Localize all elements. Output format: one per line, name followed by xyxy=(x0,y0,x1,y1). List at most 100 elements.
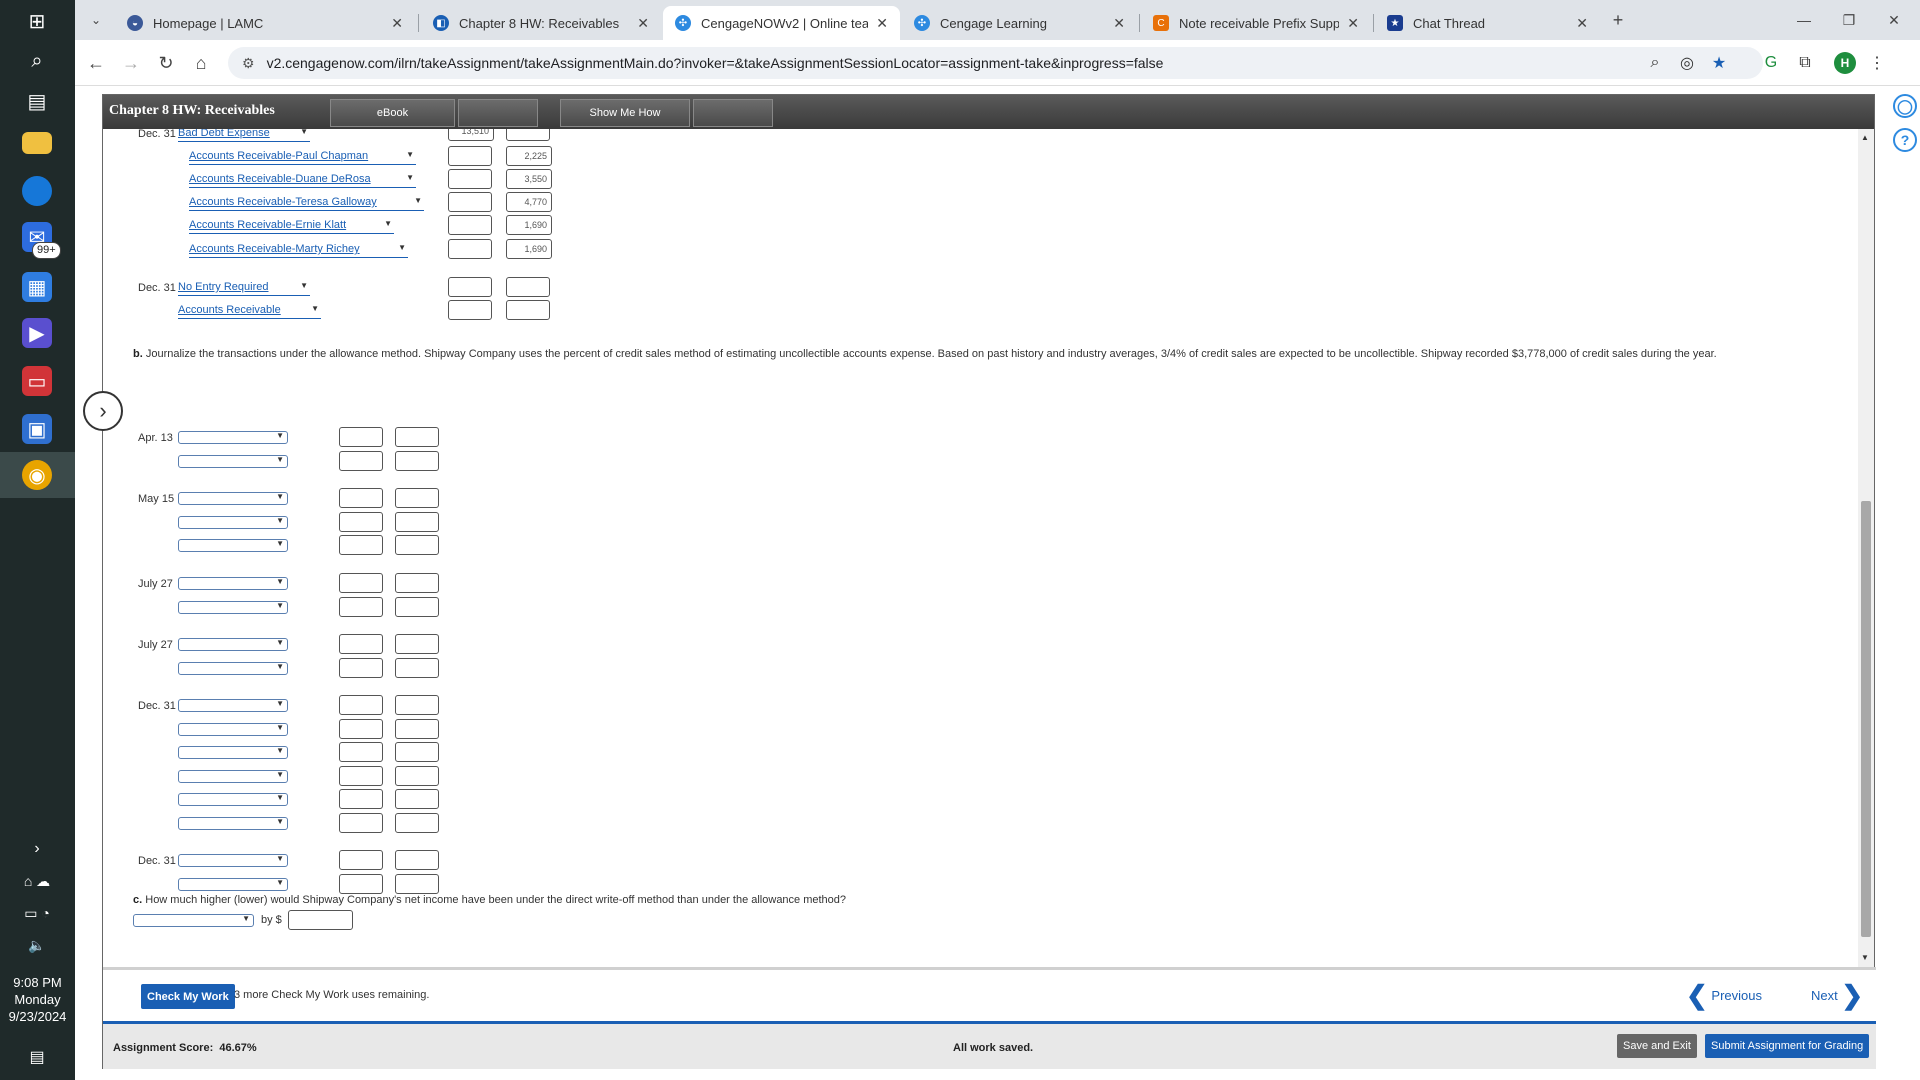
tab-chat-thread[interactable]: ★ Chat Thread ✕ xyxy=(1375,6,1600,40)
minimize-icon[interactable]: — xyxy=(1793,9,1815,31)
scroll-down-icon[interactable]: ▼ xyxy=(1861,953,1869,962)
tab-search-icon[interactable]: ⌄ xyxy=(85,9,107,31)
back-icon[interactable]: ← xyxy=(85,52,107,74)
battery-wifi-icon[interactable]: ▭ ◔ xyxy=(22,898,52,928)
credit-amount-input[interactable] xyxy=(395,427,439,447)
credit-amount-input[interactable] xyxy=(395,450,439,471)
debit-amount-input[interactable] xyxy=(339,657,383,678)
content-scrollbar[interactable]: ▲ ▼ xyxy=(1858,129,1874,967)
tab-note-receivable[interactable]: C Note receivable Prefix Supply C ✕ xyxy=(1141,6,1371,40)
debit-amount-input[interactable] xyxy=(448,215,492,235)
profile-avatar[interactable]: H xyxy=(1834,52,1856,74)
credit-amount-input[interactable] xyxy=(395,596,439,617)
volume-icon[interactable]: 🔈 xyxy=(22,930,52,960)
credit-amount-input[interactable] xyxy=(395,535,439,555)
account-dropdown[interactable]: ▼ xyxy=(178,492,288,505)
debit-amount-input[interactable] xyxy=(448,192,492,212)
notifications-icon[interactable]: ▤ xyxy=(22,1042,52,1072)
header-blank-button[interactable] xyxy=(693,99,773,127)
help-icon[interactable]: ? xyxy=(1893,128,1917,152)
account-dropdown[interactable]: Bad Debt Expense ▼ xyxy=(178,129,310,142)
debit-amount-input[interactable] xyxy=(339,596,383,617)
account-dropdown[interactable]: ▼ xyxy=(178,699,288,712)
close-icon[interactable]: ✕ xyxy=(637,15,649,32)
debit-amount-input[interactable] xyxy=(339,573,383,593)
account-dropdown[interactable]: ▼ xyxy=(178,515,288,529)
ebook-button[interactable]: eBook xyxy=(330,99,455,127)
submit-assignment-button[interactable]: Submit Assignment for Grading xyxy=(1705,1034,1870,1058)
debit-amount-input[interactable] xyxy=(339,488,383,508)
debit-amount-input[interactable] xyxy=(448,146,492,166)
credit-amount-input[interactable] xyxy=(395,850,439,870)
clock[interactable]: 9:08 PM Monday 9/23/2024 xyxy=(0,974,75,1025)
credit-amount-input[interactable] xyxy=(395,695,439,715)
header-blank-button[interactable] xyxy=(458,99,538,127)
account-dropdown[interactable]: ▼ xyxy=(178,769,288,783)
check-my-work-button[interactable]: Check My Work xyxy=(141,984,235,1009)
menu-icon[interactable]: ⋮ xyxy=(1865,51,1889,75)
close-icon[interactable]: ✕ xyxy=(1576,15,1588,32)
search-icon[interactable]: ⌕ xyxy=(22,46,52,76)
scroll-up-icon[interactable]: ▲ xyxy=(1861,133,1869,142)
account-dropdown[interactable]: Accounts Receivable-Duane DeRosa ▼ xyxy=(189,173,416,188)
account-dropdown[interactable]: ▼ xyxy=(178,431,288,444)
debit-amount-input[interactable]: 13,510 xyxy=(448,129,494,141)
account-dropdown[interactable]: ▼ xyxy=(178,638,288,651)
debit-amount-input[interactable] xyxy=(339,765,383,786)
account-dropdown[interactable]: ▼ xyxy=(178,600,288,614)
account-dropdown[interactable]: Accounts Receivable-Ernie Klatt ▼ xyxy=(189,219,394,234)
credit-amount-input[interactable]: 1,690 xyxy=(506,215,552,235)
address-bar[interactable]: ⚙ v2.cengagenow.com/ilrn/takeAssignment/… xyxy=(228,47,1763,79)
credit-amount-input[interactable] xyxy=(395,718,439,739)
debit-amount-input[interactable] xyxy=(339,511,383,532)
credit-amount-input[interactable] xyxy=(395,657,439,678)
tray-icons[interactable]: ⌂ ☁ xyxy=(22,866,52,896)
scroll-thumb[interactable] xyxy=(1861,501,1871,937)
credit-amount-input[interactable] xyxy=(395,789,439,809)
reload-icon[interactable]: ↻ xyxy=(155,52,177,74)
debit-amount-input[interactable] xyxy=(339,535,383,555)
bookmark-star-icon[interactable]: ★ xyxy=(1707,51,1731,75)
account-dropdown[interactable]: Accounts Receivable-Paul Chapman ▼ xyxy=(189,150,416,165)
debit-amount-input[interactable] xyxy=(448,239,492,259)
credit-amount-input[interactable] xyxy=(395,573,439,593)
tab-lamc[interactable]: ◒ Homepage | LAMC ✕ xyxy=(115,6,415,40)
account-dropdown[interactable]: ▼ xyxy=(178,877,288,891)
red-app-icon[interactable]: ▭ xyxy=(22,366,52,396)
debit-amount-input[interactable] xyxy=(448,277,492,297)
store-icon[interactable]: ▦ xyxy=(22,272,52,302)
account-dropdown[interactable]: ▼ xyxy=(178,816,288,830)
debit-amount-input[interactable] xyxy=(339,450,383,471)
account-dropdown[interactable]: Accounts Receivable ▼ xyxy=(178,304,321,319)
higher-lower-dropdown[interactable]: ▼ xyxy=(133,914,254,927)
remote-app-icon[interactable]: ▣ xyxy=(22,414,52,444)
debit-amount-input[interactable] xyxy=(339,812,383,833)
credit-amount-input[interactable] xyxy=(395,634,439,654)
chevron-up-icon[interactable]: › xyxy=(22,834,52,864)
next-button[interactable]: Next ❯ xyxy=(1811,982,1863,1008)
credit-amount-input[interactable] xyxy=(395,511,439,532)
account-dropdown[interactable]: ▼ xyxy=(178,793,288,806)
credit-amount-input[interactable]: 4,770 xyxy=(506,192,552,212)
net-income-difference-input[interactable] xyxy=(288,910,353,930)
tab-cengage-learning[interactable]: ✣ Cengage Learning ✕ xyxy=(902,6,1137,40)
zoom-icon[interactable]: ⌕ xyxy=(1643,51,1667,75)
credit-amount-input[interactable] xyxy=(506,277,550,297)
debit-amount-input[interactable] xyxy=(339,742,383,762)
credit-amount-input[interactable]: 1,690 xyxy=(506,239,552,259)
account-dropdown[interactable]: ▼ xyxy=(178,539,288,552)
tab-cengagenow[interactable]: ✣ CengageNOWv2 | Online teach ✕ xyxy=(663,6,900,40)
extensions-icon[interactable]: ⧉ xyxy=(1793,51,1817,75)
account-dropdown[interactable]: ▼ xyxy=(178,661,288,675)
forward-icon[interactable]: → xyxy=(120,52,142,74)
new-tab-icon[interactable]: + xyxy=(1607,9,1629,31)
credit-amount-input[interactable] xyxy=(395,742,439,762)
credit-amount-input[interactable] xyxy=(395,812,439,833)
save-and-exit-button[interactable]: Save and Exit xyxy=(1617,1034,1697,1058)
account-dropdown[interactable]: ▼ xyxy=(178,722,288,736)
site-info-icon[interactable]: ⚙ xyxy=(242,55,255,72)
credit-amount-input[interactable] xyxy=(395,765,439,786)
credit-amount-input[interactable] xyxy=(395,488,439,508)
tab-chapter8[interactable]: ◧ Chapter 8 HW: Receivables ✕ xyxy=(421,6,661,40)
debit-amount-input[interactable] xyxy=(448,169,492,189)
